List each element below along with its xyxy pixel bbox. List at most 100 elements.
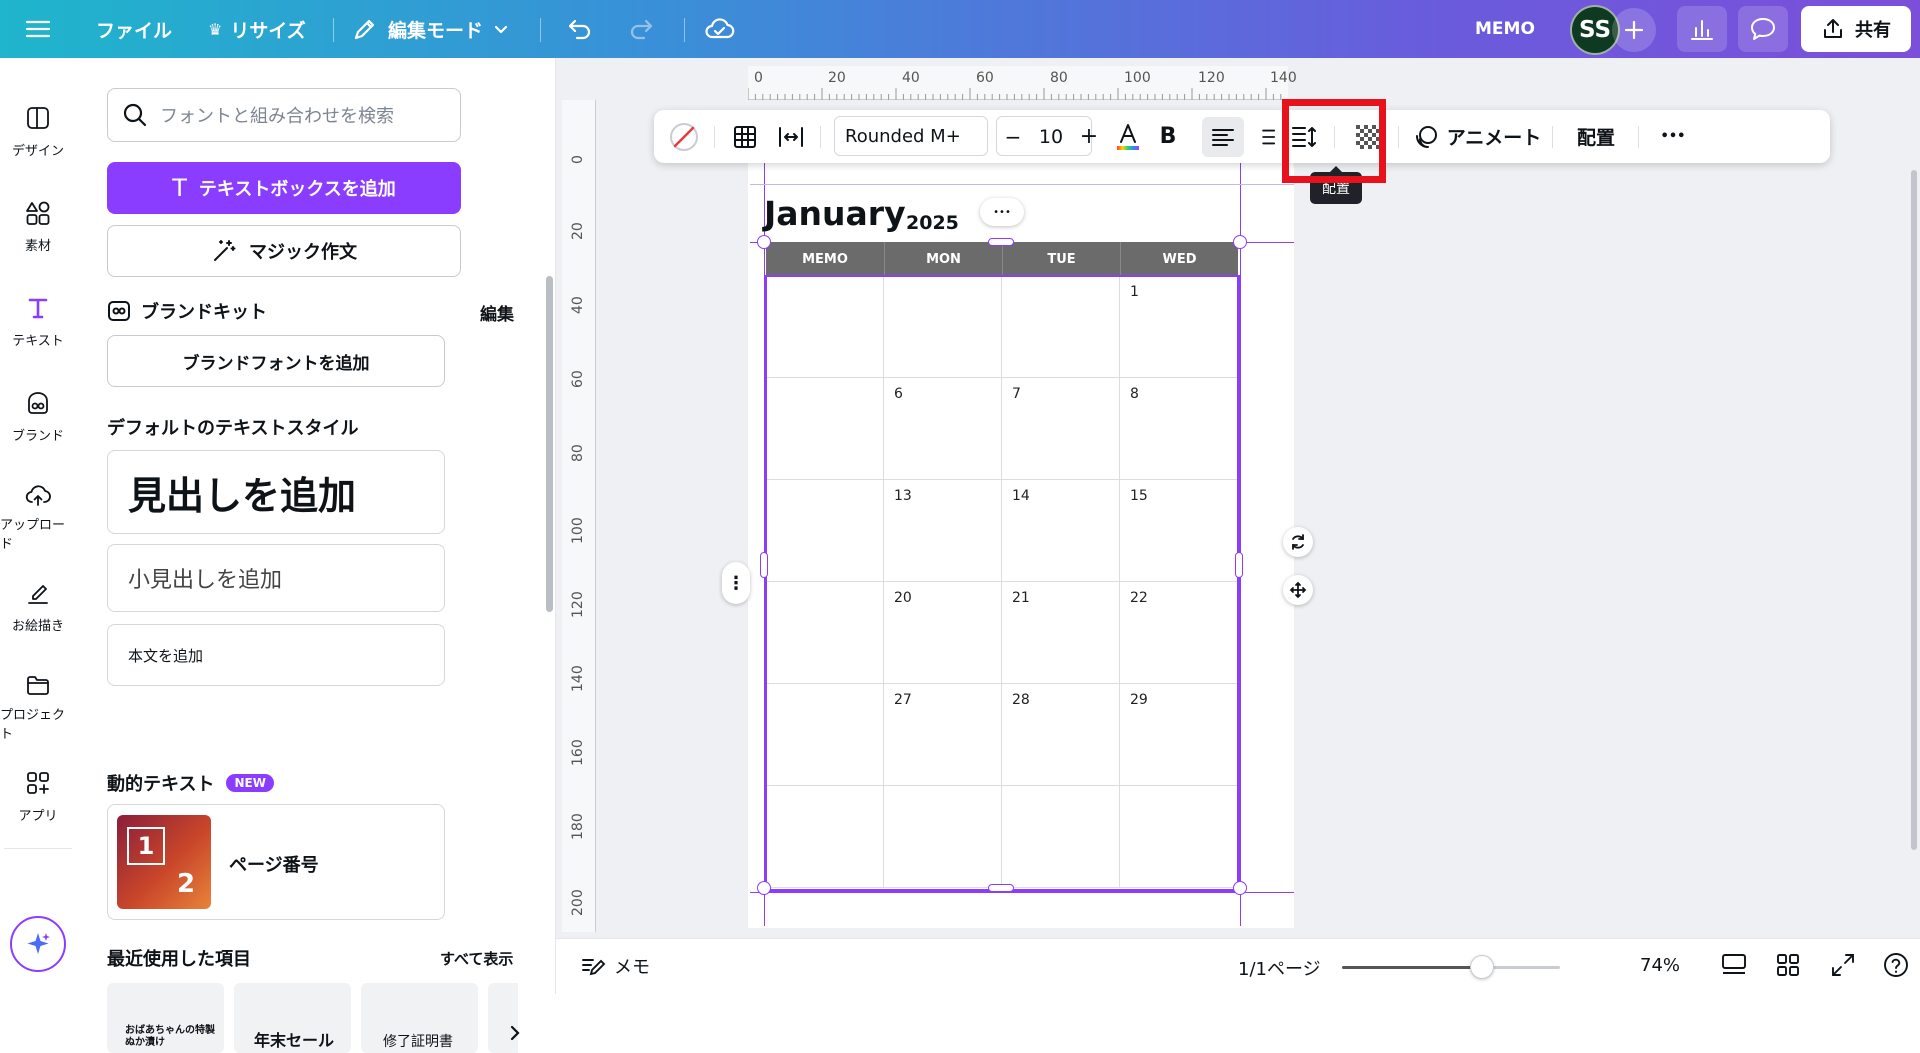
top-bar: ファイル ♛ リサイズ 編集モード MEMO SS 共有 bbox=[0, 0, 1920, 58]
resize-handle[interactable] bbox=[1233, 235, 1247, 249]
add-brand-font-button[interactable]: ブランドフォントを追加 bbox=[107, 335, 445, 387]
chevron-right-icon[interactable] bbox=[500, 1018, 530, 1048]
cloud-saved-icon[interactable] bbox=[703, 0, 735, 58]
align-left-icon[interactable] bbox=[1199, 110, 1247, 163]
magic-write-label: マジック作文 bbox=[249, 242, 357, 263]
recent-heading: 最近使用した項目 bbox=[107, 949, 251, 970]
invite-plus-icon[interactable] bbox=[1612, 8, 1656, 52]
text-color-icon[interactable] bbox=[1108, 110, 1148, 163]
resize-handle[interactable] bbox=[757, 235, 771, 249]
file-menu[interactable]: ファイル bbox=[96, 0, 172, 58]
canvas-scrollbar[interactable] bbox=[1911, 170, 1917, 850]
redo-icon[interactable] bbox=[627, 0, 655, 58]
ruler-label: 20 bbox=[828, 70, 846, 86]
divider bbox=[1552, 126, 1553, 148]
recent-item[interactable]: 年末セール bbox=[234, 983, 351, 1053]
add-heading-card[interactable]: 見出しを追加 bbox=[107, 450, 445, 534]
ruler-label: 140 bbox=[570, 665, 586, 692]
resize-handle[interactable] bbox=[1233, 881, 1247, 895]
rail-item-design[interactable]: デザイン bbox=[0, 92, 76, 172]
insights-icon[interactable] bbox=[1677, 6, 1727, 52]
zoom-slider-thumb[interactable] bbox=[1469, 955, 1494, 979]
resize-button[interactable]: ♛ リサイズ bbox=[208, 0, 306, 58]
rail-item-projects[interactable]: プロジェクト bbox=[0, 662, 76, 742]
spacing-width-icon[interactable] bbox=[770, 110, 812, 163]
edit-mode-dropdown[interactable]: 編集モード bbox=[352, 0, 509, 58]
grid-view-icon[interactable] bbox=[1774, 951, 1802, 983]
resize-handle[interactable] bbox=[757, 881, 771, 895]
share-button[interactable]: 共有 bbox=[1801, 6, 1911, 52]
rail-item-apps[interactable]: アプリ bbox=[0, 757, 76, 837]
divider bbox=[684, 18, 685, 42]
table-header: MEMO bbox=[766, 242, 884, 276]
more-options-button[interactable]: ••• bbox=[1650, 110, 1696, 163]
calendar-year[interactable]: 2025 bbox=[906, 212, 959, 234]
add-subheading-card[interactable]: 小見出しを追加 bbox=[107, 544, 445, 612]
ruler-label: 180 bbox=[570, 813, 586, 840]
rail-item-uploads[interactable]: アップロード bbox=[0, 472, 76, 552]
help-icon[interactable] bbox=[1882, 951, 1910, 983]
text-color-none-icon[interactable] bbox=[664, 110, 704, 163]
resize-handle[interactable] bbox=[760, 552, 768, 578]
font-size-input[interactable]: 10 bbox=[1028, 110, 1074, 163]
panel-scrollbar[interactable] bbox=[546, 276, 553, 612]
table-grid-icon[interactable] bbox=[724, 110, 766, 163]
guide-line bbox=[1240, 160, 1241, 926]
page-number-card[interactable]: 1 2 ページ番号 bbox=[107, 804, 445, 920]
font-size-minus-button[interactable]: − bbox=[998, 110, 1028, 163]
rail-label: アプリ bbox=[18, 809, 58, 824]
position-button[interactable]: 配置 bbox=[1564, 110, 1628, 163]
ruler-label: 20 bbox=[570, 222, 586, 240]
rail-label: デザイン bbox=[11, 144, 64, 159]
zoom-slider[interactable] bbox=[1342, 955, 1560, 979]
layout-icon bbox=[20, 100, 56, 136]
recent-item[interactable]: おばあちゃんの特製ぬか漬け bbox=[107, 983, 224, 1053]
element-more-button[interactable]: ••• bbox=[980, 198, 1024, 226]
pencil-icon bbox=[354, 19, 375, 40]
menu-icon[interactable] bbox=[24, 0, 52, 58]
magic-write-button[interactable]: マジック作文 bbox=[107, 225, 461, 277]
rotate-icon[interactable] bbox=[1283, 527, 1313, 557]
fullscreen-icon[interactable] bbox=[1829, 951, 1857, 983]
font-family-dropdown[interactable]: Rounded M+ bbox=[834, 116, 988, 156]
font-search-input[interactable]: フォントと組み合わせを検索 bbox=[107, 88, 461, 142]
rail-label: お絵描き bbox=[11, 619, 64, 634]
resize-handle[interactable] bbox=[1235, 552, 1243, 578]
rail-item-elements[interactable]: 素材 bbox=[0, 187, 76, 267]
resize-handle[interactable] bbox=[988, 238, 1014, 246]
rail-item-text[interactable]: テキスト bbox=[0, 282, 76, 362]
memo-title[interactable]: MEMO bbox=[1475, 0, 1535, 58]
animate-button[interactable]: アニメート bbox=[1412, 110, 1542, 163]
brand-edit-link[interactable]: 編集 bbox=[480, 300, 514, 325]
ruler-label: 0 bbox=[754, 70, 763, 86]
add-textbox-button[interactable]: T テキストボックスを追加 bbox=[107, 162, 461, 214]
add-body-card[interactable]: 本文を追加 bbox=[107, 624, 445, 686]
calendar-month[interactable]: January bbox=[764, 194, 906, 233]
default-styles-heading: デフォルトのテキストスタイル bbox=[107, 418, 359, 439]
rail-item-draw[interactable]: お絵描き bbox=[0, 567, 76, 647]
rail-label: プロジェクト bbox=[0, 708, 66, 742]
undo-icon[interactable] bbox=[566, 0, 594, 58]
divider bbox=[714, 126, 715, 148]
zoom-level[interactable]: 74% bbox=[1640, 955, 1680, 976]
notes-button[interactable]: メモ bbox=[580, 953, 650, 979]
recent-item[interactable]: 修了証明書 bbox=[361, 983, 478, 1053]
ruler-label: 60 bbox=[570, 370, 586, 388]
list-icon[interactable] bbox=[1254, 110, 1276, 163]
magic-assistant-icon[interactable] bbox=[10, 916, 66, 972]
rail-item-brand[interactable]: ブランド bbox=[0, 377, 76, 457]
page-view-icon[interactable] bbox=[1720, 951, 1748, 983]
ruler-label: 80 bbox=[570, 444, 586, 462]
font-size-plus-button[interactable]: + bbox=[1074, 110, 1104, 163]
text-t-icon: T bbox=[172, 174, 187, 202]
bold-button[interactable]: B bbox=[1150, 110, 1186, 163]
see-all-link[interactable]: すべて表示 bbox=[440, 948, 513, 969]
page-indicator[interactable]: 1/1ページ bbox=[1238, 955, 1321, 981]
brand-kit-label: ブランドキット bbox=[141, 302, 267, 323]
move-icon[interactable] bbox=[1283, 575, 1313, 605]
comments-icon[interactable] bbox=[1738, 6, 1788, 52]
ruler-label: 60 bbox=[976, 70, 994, 86]
table-row-handle[interactable]: ⋮ bbox=[722, 562, 750, 604]
ruler-label: 160 bbox=[570, 739, 586, 766]
resize-handle[interactable] bbox=[988, 884, 1014, 892]
